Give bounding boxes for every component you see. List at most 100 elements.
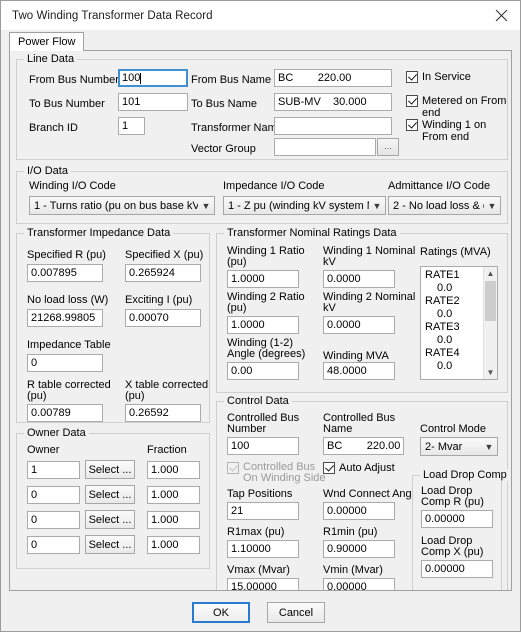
tab-strip: Power Flow	[1, 30, 520, 51]
input-impedance-table[interactable]: 0	[27, 354, 103, 372]
checkbox-metered-from-end[interactable]: Metered on From end	[406, 95, 507, 119]
group-line-data: Line Data From Bus Number 100 To Bus Num…	[16, 53, 508, 160]
list-item[interactable]: 0.0	[421, 334, 483, 347]
input-to-bus-number[interactable]: 101	[118, 93, 188, 111]
label-to-bus-name: To Bus Name	[191, 98, 258, 110]
close-glyph	[495, 9, 507, 22]
label-impedance-io-code: Impedance I/O Code	[223, 180, 325, 192]
input-from-bus-name[interactable]: BC 220.00	[274, 69, 392, 87]
input-exciting-i[interactable]: 0.00070	[125, 309, 201, 327]
list-item[interactable]: RATE2	[421, 295, 483, 308]
label-winding2-ratio: Winding 2 Ratio (pu)	[227, 291, 305, 314]
owner-select-button-2[interactable]: Select ...	[85, 485, 135, 504]
input-wnd-connect-angle[interactable]: 0.00000	[323, 502, 395, 520]
checkbox-auto-adjust-label: Auto Adjust	[339, 462, 395, 474]
checkbox-winding1-from-end[interactable]: Winding 1 on From end	[406, 119, 507, 143]
checkbox-auto-adjust[interactable]: Auto Adjust	[323, 462, 395, 474]
input-winding-angle[interactable]: 0.00	[227, 362, 299, 380]
checkbox-metered-from-end-label: Metered on From end	[422, 95, 507, 119]
label-from-bus-number: From Bus Number	[29, 74, 119, 86]
scroll-up-icon[interactable]: ▲	[484, 267, 497, 280]
listbox-ratings[interactable]: RATE1 0.0 RATE2 0.0 RATE3 0.0 RATE4 0.0 …	[420, 266, 498, 380]
label-winding-mva: Winding MVA	[323, 350, 389, 362]
input-vmin[interactable]: 0.00000	[323, 578, 395, 590]
close-icon[interactable]	[482, 2, 520, 30]
group-io-data-title: I/O Data	[24, 165, 71, 177]
input-owner-1[interactable]: 1	[27, 461, 80, 479]
owner-select-button-4[interactable]: Select ...	[85, 535, 135, 554]
ok-button[interactable]: OK	[192, 602, 250, 623]
input-winding2-nominal-kv[interactable]: 0.0000	[323, 316, 395, 334]
input-owner-3[interactable]: 0	[27, 511, 80, 529]
input-specified-x[interactable]: 0.265924	[125, 264, 201, 282]
scroll-down-icon[interactable]: ▼	[484, 366, 497, 379]
label-r-table-corrected: R table corrected (pu)	[27, 379, 111, 402]
label-transformer-name: Transformer Name	[191, 122, 283, 134]
input-owner-4[interactable]: 0	[27, 536, 80, 554]
chevron-down-icon: ▼	[487, 200, 497, 211]
input-fraction-1[interactable]: 1.000	[147, 461, 200, 479]
vector-group-browse-button[interactable]: ...	[377, 138, 399, 156]
input-winding2-ratio[interactable]: 1.0000	[227, 316, 299, 334]
list-item[interactable]: 0.0	[421, 360, 483, 373]
input-from-bus-number-value: 100	[122, 72, 141, 84]
window-title: Two Winding Transformer Data Record	[12, 9, 213, 22]
select-admittance-io-code[interactable]: 2 - No load loss & exc. I ▼	[388, 196, 501, 215]
checkbox-controlled-bus-winding-side-box	[227, 462, 239, 474]
input-no-load-loss[interactable]: 21268.99805	[27, 309, 103, 327]
input-transformer-name[interactable]	[274, 117, 392, 135]
input-from-bus-number[interactable]: 100	[118, 69, 188, 87]
checkbox-winding1-from-end-label: Winding 1 on From end	[422, 119, 487, 143]
input-controlled-bus-name[interactable]: BC 220.00	[323, 437, 404, 455]
input-ldc-r[interactable]: 0.00000	[421, 510, 493, 528]
label-impedance-table: Impedance Table	[27, 339, 111, 351]
input-branch-id[interactable]: 1	[118, 117, 145, 135]
dialog-footer: OK Cancel	[1, 591, 520, 631]
chevron-down-icon: ▼	[484, 441, 494, 452]
input-fraction-4[interactable]: 1.000	[147, 536, 200, 554]
select-winding-io-code[interactable]: 1 - Turns ratio (pu on bus base kV) ▼	[29, 196, 215, 215]
input-to-bus-name[interactable]: SUB-MV 30.000	[274, 93, 392, 111]
list-item[interactable]: 0.0	[421, 282, 483, 295]
input-fraction-3[interactable]: 1.000	[147, 511, 200, 529]
input-fraction-2[interactable]: 1.000	[147, 486, 200, 504]
label-winding1-ratio: Winding 1 Ratio (pu)	[227, 245, 305, 268]
input-r1min[interactable]: 0.90000	[323, 540, 395, 558]
select-control-mode[interactable]: 2- Mvar ▼	[420, 437, 498, 456]
text-caret	[140, 72, 142, 84]
group-line-data-title: Line Data	[24, 53, 78, 65]
select-impedance-io-code[interactable]: 1 - Z pu (winding kV system MVA) ▼	[223, 196, 386, 215]
input-winding1-ratio[interactable]: 1.0000	[227, 270, 299, 288]
label-controlled-bus-name: Controlled Bus Name	[323, 412, 396, 435]
input-winding-mva[interactable]: 48.0000	[323, 362, 395, 380]
label-control-mode: Control Mode	[420, 423, 487, 435]
list-item[interactable]: RATE1	[421, 269, 483, 282]
tab-power-flow[interactable]: Power Flow	[9, 32, 85, 51]
list-item[interactable]: RATE4	[421, 347, 483, 360]
owner-select-button-1[interactable]: Select ...	[85, 460, 135, 479]
list-item[interactable]: RATE3	[421, 321, 483, 334]
input-specified-r[interactable]: 0.007895	[27, 264, 103, 282]
input-ldc-x[interactable]: 0.00000	[421, 560, 493, 578]
scrollbar-thumb[interactable]	[485, 281, 496, 321]
input-winding1-nominal-kv[interactable]: 0.0000	[323, 270, 395, 288]
checkbox-controlled-bus-winding-side-label: Controlled Bus On Winding Side	[243, 461, 326, 484]
owner-select-button-3[interactable]: Select ...	[85, 510, 135, 529]
input-x-table-corrected[interactable]: 0.26592	[125, 404, 201, 422]
input-vmax[interactable]: 15.00000	[227, 578, 299, 590]
listbox-ratings-items: RATE1 0.0 RATE2 0.0 RATE3 0.0 RATE4 0.0	[421, 267, 483, 379]
title-bar: Two Winding Transformer Data Record	[1, 1, 520, 30]
label-fraction-column: Fraction	[147, 444, 187, 456]
cancel-button[interactable]: Cancel	[267, 602, 325, 623]
list-item[interactable]: 0.0	[421, 308, 483, 321]
input-owner-2[interactable]: 0	[27, 486, 80, 504]
listbox-scrollbar[interactable]: ▲ ▼	[483, 267, 497, 379]
chevron-down-icon: ▼	[201, 200, 211, 211]
input-tap-positions[interactable]: 21	[227, 502, 299, 520]
label-tap-positions: Tap Positions	[227, 488, 293, 500]
input-r1max[interactable]: 1.10000	[227, 540, 299, 558]
checkbox-in-service[interactable]: In Service	[406, 71, 471, 83]
input-controlled-bus-number[interactable]: 100	[227, 437, 299, 455]
input-r-table-corrected[interactable]: 0.00789	[27, 404, 103, 422]
input-vector-group[interactable]	[274, 138, 376, 156]
